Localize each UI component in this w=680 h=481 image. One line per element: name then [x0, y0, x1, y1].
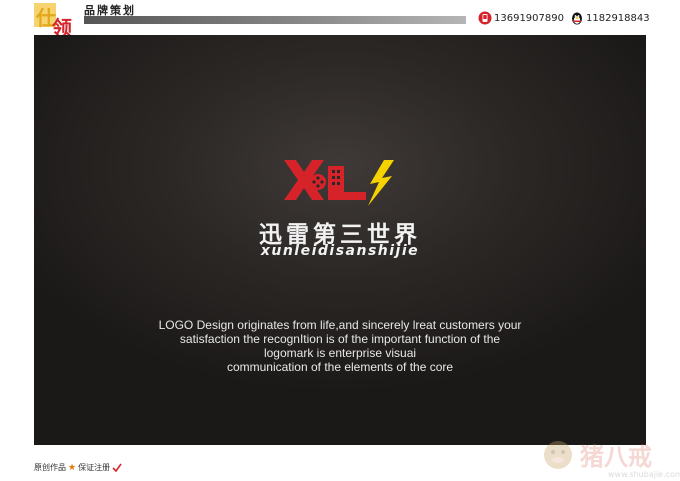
- svg-text:www.shubajie.com: www.shubajie.com: [608, 470, 680, 479]
- registration-label: 保证注册: [78, 463, 111, 472]
- qq-contact: 1182918843: [570, 11, 650, 25]
- description-line: satisfaction the recognItion is of the i…: [179, 332, 501, 346]
- description-line: LOGO Design originates from life,and sin…: [158, 318, 522, 332]
- description-line: communication of the elements of the cor…: [226, 360, 454, 374]
- qq-number: 1182918843: [586, 12, 650, 24]
- svg-text:领: 领: [52, 16, 72, 37]
- brand-logo: 仕 领: [34, 3, 72, 37]
- header-divider-bar: [84, 16, 466, 24]
- star-icon: ★: [68, 462, 77, 473]
- phone-icon: [478, 11, 492, 25]
- footer-guarantee: 原创作品 ★ 保证注册: [34, 462, 122, 473]
- description-line: logomark is enterprise visuai: [263, 346, 417, 360]
- logo-description: LOGO Design originates from life,and sin…: [100, 318, 580, 374]
- logo-mark: [284, 160, 394, 206]
- qq-penguin-icon: [572, 12, 582, 25]
- watermark-logo: 猪八戒 www.shubajie.com: [544, 441, 680, 479]
- svg-text:猪八戒: 猪八戒: [580, 443, 652, 471]
- checkmark-icon: [112, 463, 122, 472]
- phone-contact: 13691907890: [478, 11, 564, 25]
- logo-pinyin-name: xunleidisanshijie: [260, 243, 420, 259]
- phone-number: 13691907890: [494, 12, 564, 24]
- original-work-label: 原创作品: [34, 463, 66, 472]
